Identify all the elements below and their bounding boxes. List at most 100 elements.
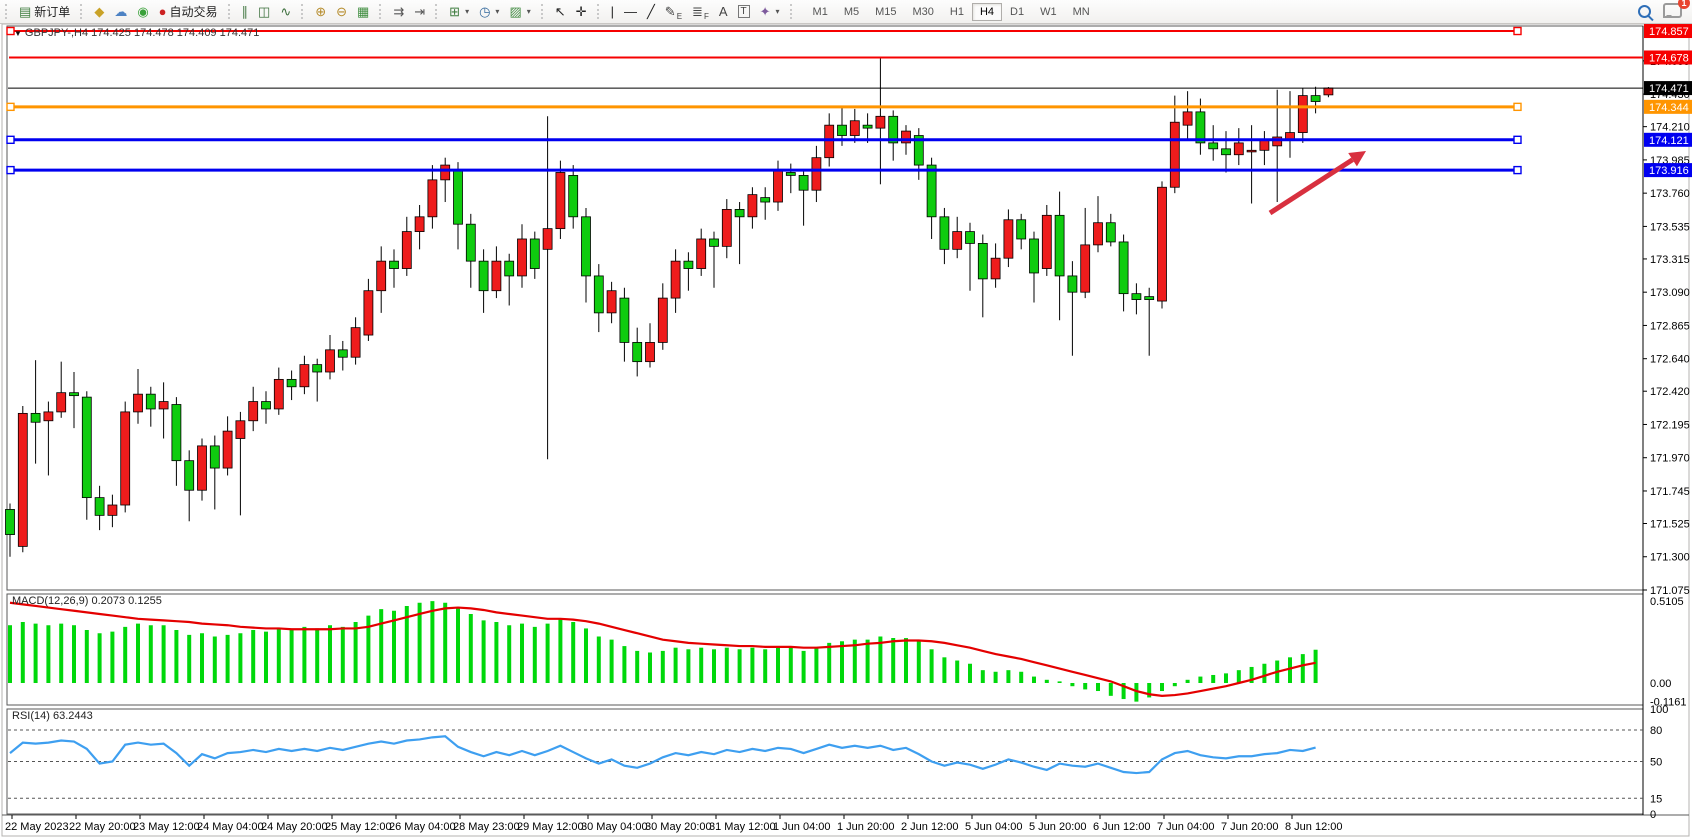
timeframe-group: M1M5M15M30H1H4D1W1MN (805, 3, 1098, 21)
auto-trading-button[interactable]: ●自动交易 (154, 1, 223, 22)
signal-icon: ◉ (137, 5, 148, 18)
styler-button[interactable]: ◆ (89, 1, 109, 22)
new-order-button[interactable]: ▤新订单 (14, 1, 75, 22)
chevron-down-icon[interactable]: ▾ (495, 7, 499, 16)
svg-text:174.121: 174.121 (1649, 135, 1689, 147)
vertical-line-icon: | (611, 5, 614, 18)
svg-text:28 May 23:00: 28 May 23:00 (453, 821, 520, 833)
svg-text:24 May 20:00: 24 May 20:00 (261, 821, 328, 833)
auto-scroll-button[interactable]: ⇉ (388, 1, 409, 22)
new-order-button-label: 新订单 (34, 3, 70, 20)
price-axis[interactable]: 174.655174.430174.210173.985173.760173.5… (1643, 24, 1692, 597)
candlestick-icon: ◫ (258, 5, 270, 18)
candle-chart-button[interactable]: ◫ (253, 1, 275, 22)
cursor-icon: ↖ (555, 5, 566, 18)
svg-text:5 Jun 04:00: 5 Jun 04:00 (965, 821, 1023, 833)
timeframe-w1[interactable]: W1 (1032, 3, 1065, 21)
svg-text:173.315: 173.315 (1650, 254, 1690, 266)
svg-text:100: 100 (1650, 704, 1668, 716)
clock-icon: ◷ (479, 5, 490, 18)
svg-text:0.00: 0.00 (1650, 678, 1671, 690)
svg-text:174.678: 174.678 (1649, 52, 1689, 64)
cursor-button[interactable]: ↖ (550, 1, 571, 22)
periods-button[interactable]: ◷▾ (474, 1, 504, 22)
svg-text:171.525: 171.525 (1650, 518, 1690, 530)
profiles-icon: ☁ (114, 5, 127, 18)
fibonacci-icon: ≣ (692, 5, 703, 18)
svg-text:1 Jun 20:00: 1 Jun 20:00 (837, 821, 895, 833)
templates-button[interactable]: ▨▾ (504, 1, 535, 22)
chart-shift-button[interactable]: ⇥ (409, 1, 430, 22)
toolbar-right-icons: 1 (1638, 3, 1682, 21)
chevron-down-icon[interactable]: ▾ (776, 7, 780, 16)
channel-button[interactable]: ✎E (660, 1, 687, 22)
channel-button-letter: E (677, 12, 682, 21)
svg-text:25 May 12:00: 25 May 12:00 (325, 821, 392, 833)
timeframe-m15[interactable]: M15 (867, 3, 904, 21)
timeframe-m5[interactable]: M5 (836, 3, 867, 21)
svg-text:22 May 2023: 22 May 2023 (5, 821, 69, 833)
timeframe-h4[interactable]: H4 (972, 3, 1002, 21)
svg-text:23 May 12:00: 23 May 12:00 (133, 821, 200, 833)
svg-text:50: 50 (1650, 757, 1662, 769)
chart-canvas[interactable]: 174.655174.430174.210173.985173.760173.5… (0, 23, 1692, 837)
toolbar-grip (301, 4, 306, 19)
toolbar-grip (5, 4, 10, 19)
text-label-button[interactable]: T (733, 1, 755, 22)
chevron-down-icon[interactable]: ▾ (465, 7, 469, 16)
zoom-out-button[interactable]: ⊖ (331, 1, 352, 22)
toolbar-grip (80, 4, 85, 19)
signals-button[interactable]: ◉ (132, 1, 153, 22)
timeframe-h1[interactable]: H1 (942, 3, 972, 21)
timeframe-d1[interactable]: D1 (1002, 3, 1032, 21)
auto-trading-button-label: 自动交易 (170, 3, 218, 20)
timeframe-m1[interactable]: M1 (805, 3, 836, 21)
toolbar-grip (379, 4, 384, 19)
svg-text:2 Jun 12:00: 2 Jun 12:00 (901, 821, 959, 833)
toolbar-grip (541, 4, 546, 19)
svg-text:1 Jun 04:00: 1 Jun 04:00 (773, 821, 831, 833)
svg-text:174.344: 174.344 (1649, 102, 1689, 114)
svg-text:0: 0 (1650, 809, 1656, 821)
svg-text:172.420: 172.420 (1650, 386, 1690, 398)
svg-text:174.210: 174.210 (1650, 122, 1690, 134)
chart-shift-icon: ⇥ (414, 5, 425, 18)
zoom-in-icon: ⊕ (315, 5, 326, 18)
svg-text:172.640: 172.640 (1650, 354, 1690, 366)
search-icon[interactable] (1638, 5, 1651, 18)
text-label-icon: T (738, 5, 750, 18)
chat-button[interactable]: 1 (1663, 3, 1682, 21)
line-chart-button[interactable]: ∿ (275, 1, 296, 22)
timeframe-mn[interactable]: MN (1065, 3, 1098, 21)
chart-window[interactable]: 174.655174.430174.210173.985173.760173.5… (0, 23, 1692, 837)
arrows-button[interactable]: ✦▾ (755, 1, 785, 22)
svg-text:8 Jun 12:00: 8 Jun 12:00 (1285, 821, 1343, 833)
auto-scroll-icon: ⇉ (393, 5, 404, 18)
trendline-button[interactable]: ╱ (642, 1, 660, 22)
timeframe-m30[interactable]: M30 (905, 3, 942, 21)
zoom-in-button[interactable]: ⊕ (310, 1, 331, 22)
template-icon: ▨ (509, 5, 521, 18)
text-button[interactable]: A (714, 1, 733, 22)
tile-windows-button[interactable]: ▦ (352, 1, 374, 22)
profiles-button[interactable]: ☁ (109, 1, 132, 22)
svg-text:24 May 04:00: 24 May 04:00 (197, 821, 264, 833)
svg-text:7 Jun 20:00: 7 Jun 20:00 (1221, 821, 1279, 833)
tile-windows-icon: ▦ (357, 5, 369, 18)
indicators-button[interactable]: ⊞▾ (444, 1, 474, 22)
time-axis[interactable]: 22 May 202322 May 20:0023 May 12:0024 Ma… (5, 815, 1343, 833)
svg-text:173.760: 173.760 (1650, 188, 1690, 200)
crosshair-button[interactable]: ✛ (571, 1, 592, 22)
chevron-down-icon[interactable]: ▾ (527, 7, 531, 16)
horizontal-line-button[interactable]: — (619, 1, 642, 22)
equidistant-channel-icon: ✎ (665, 5, 676, 18)
bar-chart-button[interactable]: ∥ (237, 1, 254, 22)
fibonacci-button[interactable]: ≣F (687, 1, 714, 22)
paint-bucket-icon: ◆ (94, 5, 104, 18)
indicators-icon: ⊞ (449, 5, 460, 18)
horizontal-line-icon: — (624, 5, 637, 18)
svg-text:30 May 20:00: 30 May 20:00 (645, 821, 712, 833)
vertical-line-button[interactable]: | (606, 1, 619, 22)
main-toolbar: ▤新订单◆☁◉●自动交易∥◫∿⊕⊖▦⇉⇥⊞▾◷▾▨▾↖✛|—╱✎E≣FAT✦▾M… (0, 0, 1692, 24)
svg-text:5 Jun 20:00: 5 Jun 20:00 (1029, 821, 1087, 833)
